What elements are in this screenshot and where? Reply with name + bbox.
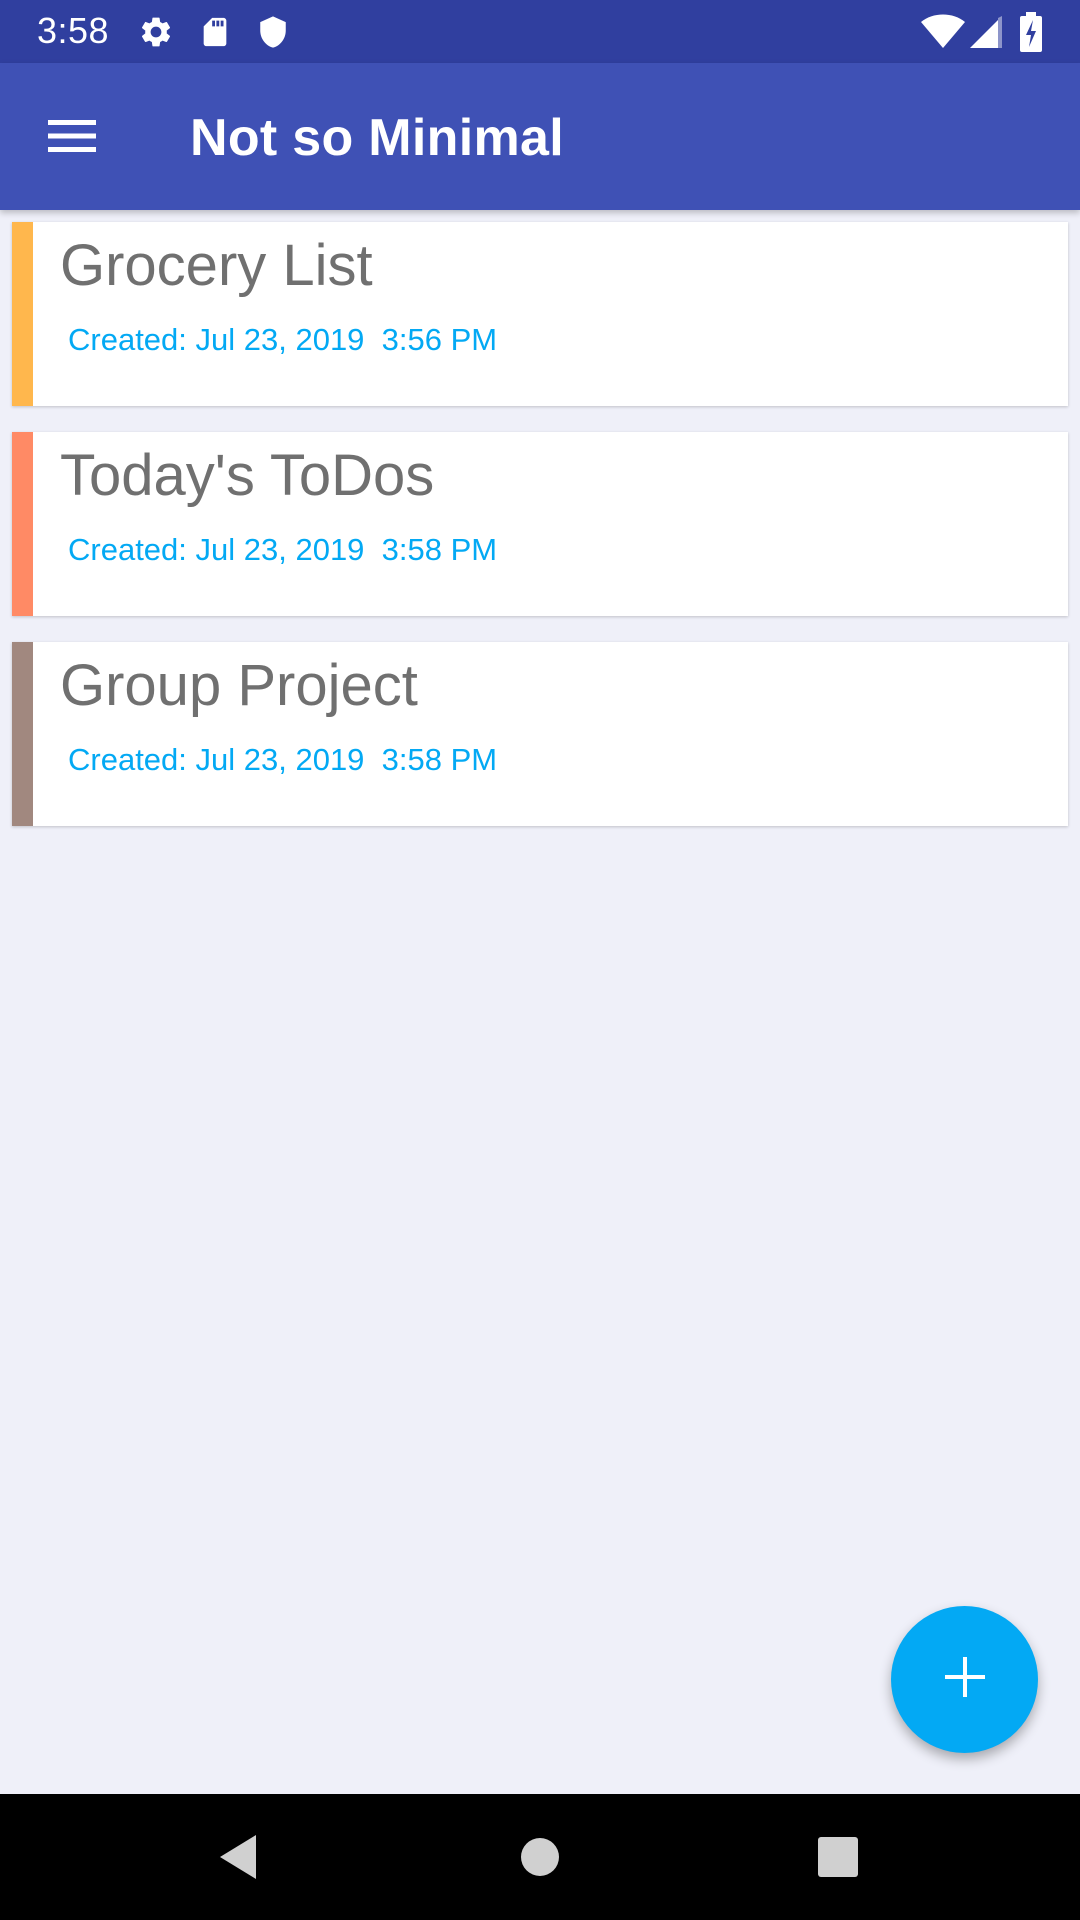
recents-icon[interactable] [798,1817,878,1897]
note-card-grocery-list[interactable]: Grocery List Created: Jul 23, 2019 3:56 … [12,222,1068,406]
note-card-group-project[interactable]: Group Project Created: Jul 23, 2019 3:58… [12,642,1068,826]
cell-signal-icon [968,14,1004,55]
note-color-strip [12,432,33,616]
battery-charging-icon [1018,12,1044,57]
wifi-icon [920,14,966,55]
shield-icon [256,14,290,55]
note-color-strip [12,642,33,826]
status-time: 3:58 [37,10,110,51]
note-title: Grocery List [60,233,373,298]
note-list: Grocery List Created: Jul 23, 2019 3:56 … [12,222,1068,852]
navigation-bar [0,1794,1080,1920]
app-bar: Not so Minimal [0,63,1080,210]
note-created-date: Created: Jul 23, 2019 3:58 PM [68,532,498,567]
note-title: Group Project [60,653,418,718]
app-title: Not so Minimal [190,109,564,167]
sd-card-icon [198,14,232,55]
gear-icon [138,14,174,55]
note-title: Today's ToDos [60,443,435,508]
hamburger-menu-icon[interactable] [28,91,118,181]
note-created-date: Created: Jul 23, 2019 3:56 PM [68,322,498,357]
note-created-date: Created: Jul 23, 2019 3:58 PM [68,742,498,777]
home-icon[interactable] [500,1817,580,1897]
status-bar: 3:58 [0,0,1080,63]
plus-icon [943,1655,987,1704]
add-note-button[interactable] [891,1606,1038,1753]
note-color-strip [12,222,33,406]
note-card-todays-todos[interactable]: Today's ToDos Created: Jul 23, 2019 3:58… [12,432,1068,616]
back-icon[interactable] [198,1817,278,1897]
